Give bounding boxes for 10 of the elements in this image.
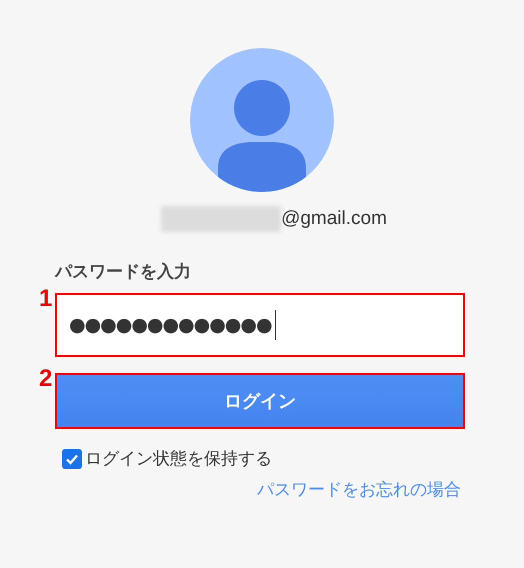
- forgot-password-link[interactable]: パスワードをお忘れの場合: [257, 478, 461, 501]
- avatar-icon: [190, 48, 334, 192]
- password-field[interactable]: ●●●●●●●●●●●●●: [55, 293, 465, 357]
- step-number: 1: [39, 285, 52, 313]
- password-label: パスワードを入力: [55, 261, 192, 283]
- login-button[interactable]: ログイン: [55, 373, 465, 429]
- checkbox-label: ログイン状態を保持する: [85, 448, 272, 470]
- email-address: @gmail.com: [281, 208, 387, 230]
- step-number: 2: [39, 365, 52, 393]
- checkbox[interactable]: [62, 448, 82, 468]
